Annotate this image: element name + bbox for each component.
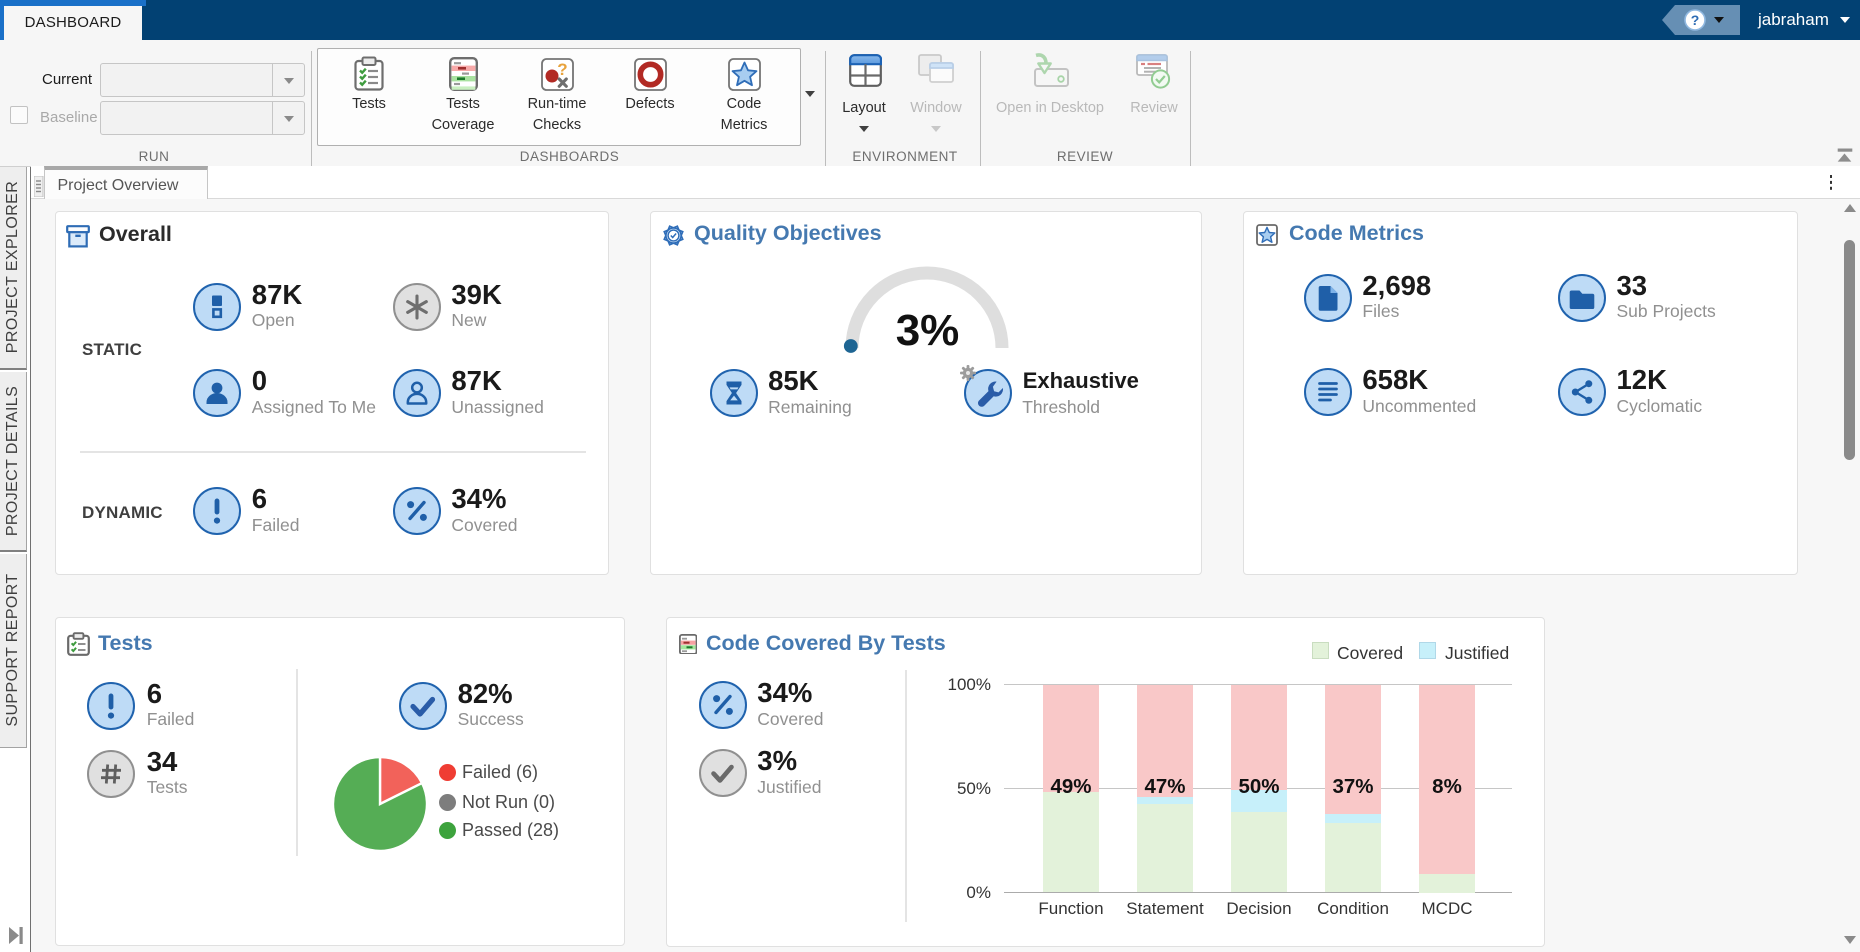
svg-text:?: ? [557, 60, 567, 79]
svg-text:?: ? [1691, 12, 1700, 28]
